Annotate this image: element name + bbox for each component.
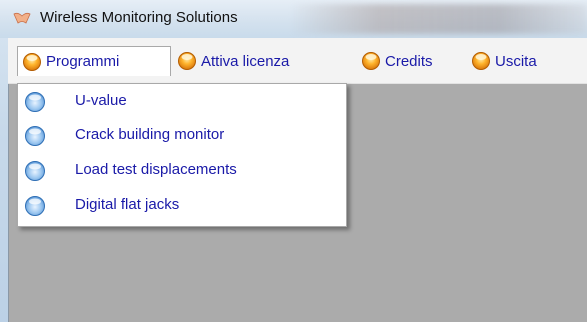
dropdown-item-u-value[interactable]: U-value <box>18 86 346 116</box>
dropdown-item-label: Crack building monitor <box>75 126 225 143</box>
title-bar[interactable]: Wireless Monitoring Solutions <box>0 0 587 38</box>
menu-attiva-licenza-label: Attiva licenza <box>201 52 290 70</box>
dropdown-item-load-test-displacements[interactable]: Load test displacements <box>18 155 346 185</box>
orange-orb-icon <box>23 52 41 71</box>
window-title: Wireless Monitoring Solutions <box>40 9 238 26</box>
blue-orb-icon <box>25 161 45 181</box>
menu-attiva-licenza[interactable]: Attiva licenza <box>173 46 294 76</box>
dropdown-item-label: Load test displacements <box>75 161 237 178</box>
blue-orb-icon <box>25 92 45 112</box>
dropdown-item-crack-building-monitor[interactable]: Crack building monitor <box>18 120 346 150</box>
title-bar-glass <box>290 4 587 34</box>
programmi-dropdown: U-value Crack building monitor Load test… <box>17 83 347 227</box>
blue-orb-icon <box>25 126 45 146</box>
menu-credits-label: Credits <box>385 52 433 70</box>
dropdown-item-digital-flat-jacks[interactable]: Digital flat jacks <box>18 190 346 220</box>
menu-uscita-label: Uscita <box>495 52 537 70</box>
menu-credits[interactable]: Credits <box>357 46 438 76</box>
dropdown-item-label: Digital flat jacks <box>75 196 180 213</box>
dropdown-item-label: U-value <box>75 92 127 109</box>
orange-orb-icon <box>362 52 380 70</box>
app-window: Wireless Monitoring Solutions Programmi … <box>0 0 587 322</box>
menu-programmi[interactable]: Programmi <box>17 46 171 76</box>
blue-orb-icon <box>25 196 45 216</box>
menu-bar: Programmi Attiva licenza Credits Uscita <box>8 38 587 84</box>
orange-orb-icon <box>178 52 196 70</box>
menu-uscita[interactable]: Uscita <box>467 46 542 76</box>
orange-orb-icon <box>472 52 490 70</box>
menu-programmi-label: Programmi <box>46 53 120 70</box>
app-logo-icon[interactable] <box>13 11 31 25</box>
